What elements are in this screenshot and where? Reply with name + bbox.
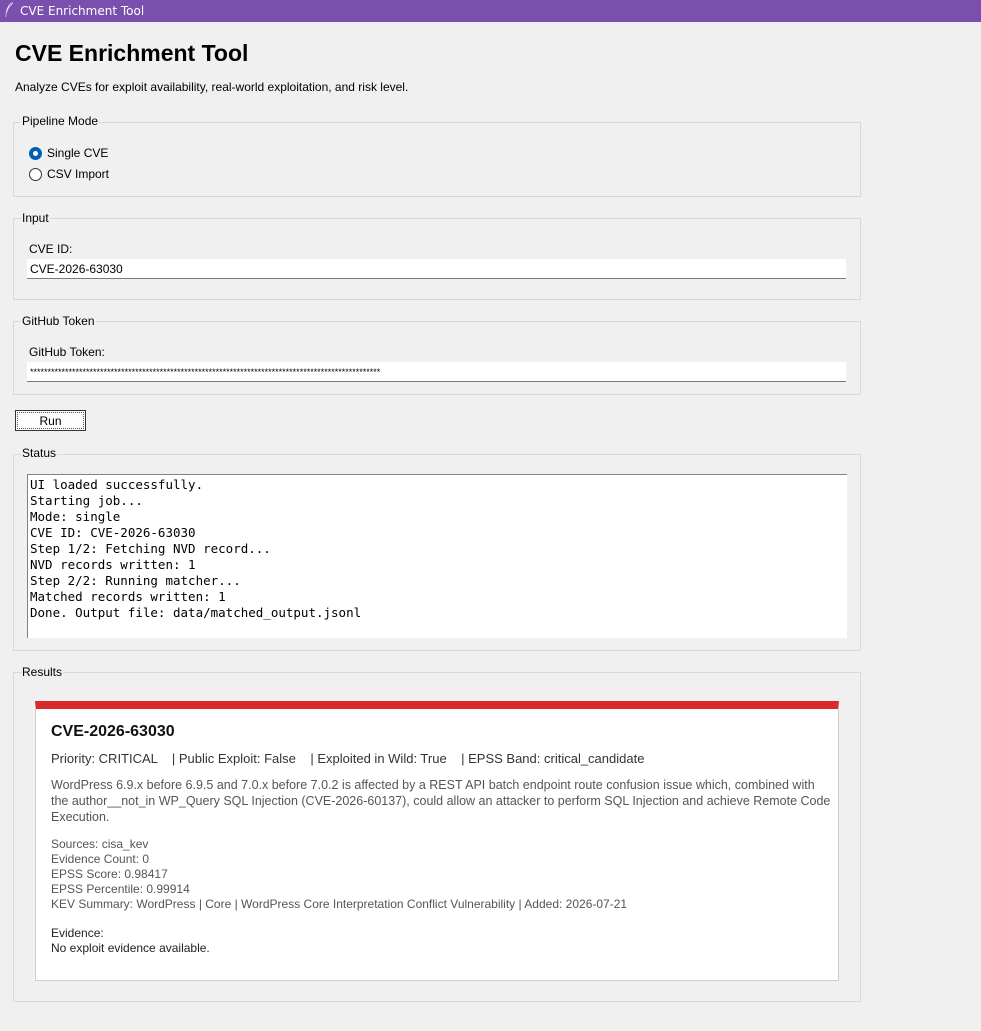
radio-csv-import[interactable]: CSV Import: [29, 167, 109, 181]
results-frame-label: Results: [21, 665, 64, 679]
result-kev-summary: KEV Summary: WordPress | Core | WordPres…: [51, 897, 628, 911]
input-frame-label: Input: [21, 211, 50, 225]
result-cve-id: CVE-2026-63030: [51, 723, 175, 740]
result-evidence: Evidence: No exploit evidence available.: [51, 926, 838, 956]
radio-single-cve[interactable]: Single CVE: [29, 146, 108, 160]
page-title: CVE Enrichment Tool: [15, 40, 249, 66]
window-titlebar: CVE Enrichment Tool: [0, 0, 981, 22]
status-frame-label: Status: [21, 446, 58, 460]
radio-csv-import-label: CSV Import: [47, 167, 110, 181]
radio-single-cve-label: Single CVE: [47, 146, 109, 160]
pipeline-mode-frame: [13, 122, 861, 197]
cve-id-input[interactable]: [27, 259, 846, 279]
result-meta: Sources: cisa_kev Evidence Count: 0 EPSS…: [51, 837, 838, 912]
result-sources: Sources: cisa_kev: [51, 837, 149, 851]
page-subtitle: Analyze CVEs for exploit availability, r…: [15, 80, 409, 94]
github-token-label: GitHub Token:: [29, 345, 105, 359]
result-epss-percentile: EPSS Percentile: 0.99914: [51, 882, 190, 896]
github-token-frame: [13, 321, 861, 395]
github-token-frame-label: GitHub Token: [21, 314, 96, 328]
result-evidence-text: No exploit evidence available.: [51, 941, 210, 955]
pipeline-mode-label: Pipeline Mode: [21, 114, 100, 128]
cve-id-label: CVE ID:: [29, 242, 73, 256]
result-card: CVE-2026-63030 Priority: CRITICAL | Publ…: [35, 701, 839, 981]
radio-checked-icon[interactable]: [29, 146, 42, 160]
run-button[interactable]: Run: [15, 410, 86, 431]
window-title: CVE Enrichment Tool: [20, 4, 145, 18]
radio-unchecked-icon[interactable]: [29, 167, 42, 181]
result-description: WordPress 6.9.x before 6.9.5 and 7.0.x b…: [51, 778, 831, 824]
result-epss-score: EPSS Score: 0.98417: [51, 867, 168, 881]
feather-icon: [4, 2, 13, 18]
status-log[interactable]: UI loaded successfully. Starting job... …: [27, 474, 847, 638]
github-token-input[interactable]: [27, 362, 846, 382]
result-evidence-label: Evidence:: [51, 926, 104, 940]
result-priority-line: Priority: CRITICAL | Public Exploit: Fal…: [51, 751, 645, 766]
result-evidence-count: Evidence Count: 0: [51, 852, 150, 866]
